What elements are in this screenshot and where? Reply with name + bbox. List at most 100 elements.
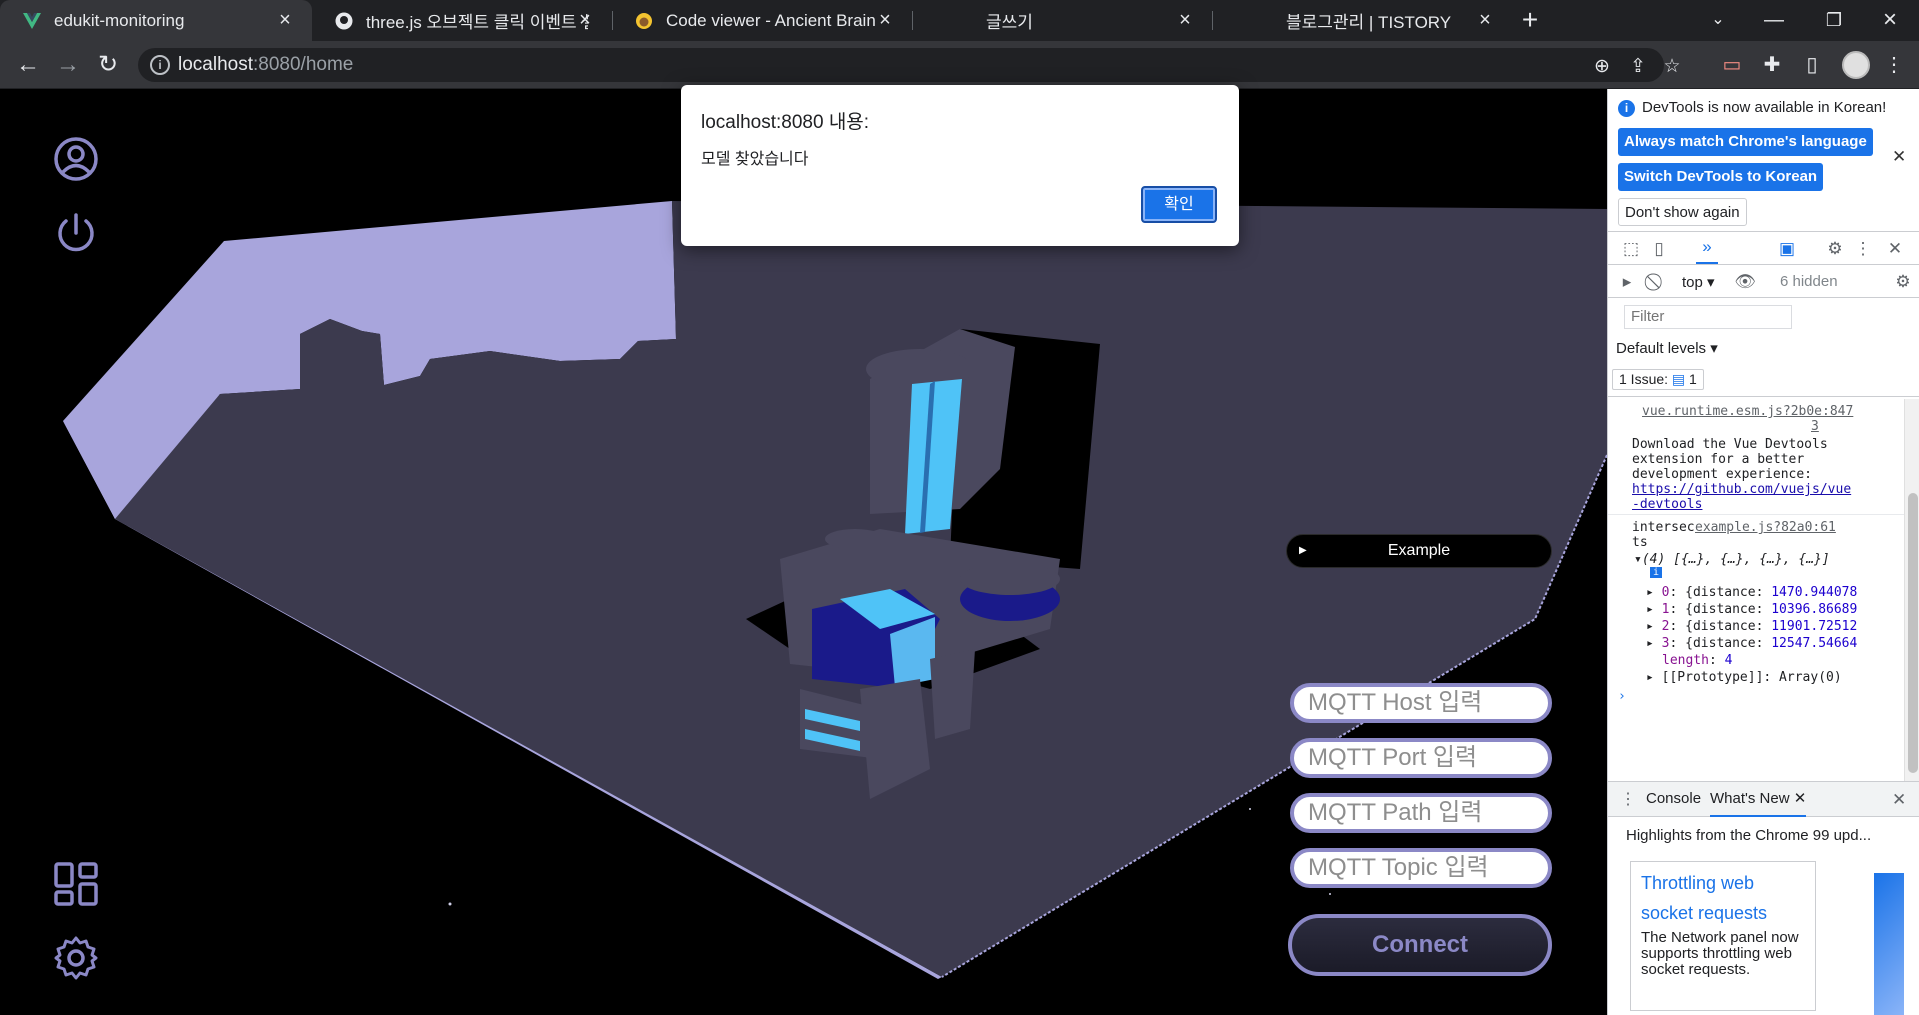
close-tab-icon[interactable]: × bbox=[874, 9, 896, 31]
close-tab-icon[interactable]: × bbox=[274, 9, 296, 31]
array-prototype[interactable]: ▸ [[Prototype]]: Array(0) bbox=[1646, 670, 1842, 685]
devtools-url-link[interactable]: https://github.com/vuejs/vue bbox=[1632, 482, 1851, 497]
devtools-url-link-cont[interactable]: -devtools bbox=[1632, 497, 1702, 512]
mqtt-topic-input[interactable] bbox=[1290, 848, 1552, 888]
reload-button[interactable]: ↻ bbox=[94, 51, 122, 79]
share-icon[interactable]: ⇪ bbox=[1626, 55, 1650, 79]
cast-icon[interactable]: ▭ bbox=[1718, 51, 1746, 79]
issues-button[interactable]: 1 Issue: ▤ 1 bbox=[1612, 369, 1704, 390]
tab-title: Code viewer - Ancient Brain bbox=[666, 10, 876, 30]
mqtt-port-input[interactable] bbox=[1290, 738, 1552, 778]
tab-search-icon[interactable]: ⌄ bbox=[1690, 0, 1746, 41]
dialog-ok-button[interactable]: 확인 bbox=[1141, 186, 1217, 223]
bookmark-star-icon[interactable]: ☆ bbox=[1660, 55, 1684, 79]
inspect-element-icon[interactable]: ⬚ bbox=[1620, 238, 1642, 260]
extensions-icon[interactable]: ✚ bbox=[1758, 51, 1786, 79]
tab-whats-new[interactable]: What's New ✕ bbox=[1710, 782, 1807, 817]
console-filter-input[interactable]: Filter bbox=[1624, 305, 1792, 329]
power-icon[interactable] bbox=[52, 209, 100, 257]
card-body: The Network panel now supports throttlin… bbox=[1641, 929, 1799, 978]
console-prompt-icon[interactable]: › bbox=[1618, 689, 1626, 704]
zoom-icon[interactable]: ⊕ bbox=[1590, 55, 1614, 79]
array-entry[interactable]: ▸ 0: {distance: 1470.944078 bbox=[1646, 585, 1857, 600]
address-bar[interactable]: i localhost:8080/home ⊕ ⇪ ☆ bbox=[138, 48, 1681, 82]
tab-tistory[interactable]: 블로그관리 | TISTORY × bbox=[1212, 0, 1512, 41]
tab-code-viewer[interactable]: Code viewer - Ancient Brain × bbox=[612, 0, 912, 41]
example-dropdown[interactable]: ▶ Example bbox=[1286, 534, 1552, 568]
console-label-cont: ts bbox=[1632, 535, 1648, 550]
always-match-language-button[interactable]: Always match Chrome's language bbox=[1618, 128, 1873, 156]
tab-edukit-monitoring[interactable]: edukit-monitoring × bbox=[0, 0, 312, 41]
console-scrollbar[interactable] bbox=[1904, 399, 1919, 783]
back-button[interactable]: ← bbox=[14, 51, 42, 79]
tab-console[interactable]: Console bbox=[1646, 782, 1701, 817]
whats-new-card[interactable]: Throttling web socket requests The Netwo… bbox=[1630, 861, 1816, 1011]
array-summary[interactable]: ▾(4) [{…}, {…}, {…}, {…}] bbox=[1634, 552, 1830, 567]
console-msg-line: development experience: bbox=[1632, 467, 1813, 482]
url-text: localhost:8080/home bbox=[178, 54, 354, 75]
card-title[interactable]: Throttling web socket requests bbox=[1641, 868, 1805, 928]
close-notice-icon[interactable]: ✕ bbox=[1892, 147, 1906, 167]
tab-write[interactable]: 글쓰기 × bbox=[912, 0, 1212, 41]
connect-button[interactable]: Connect bbox=[1288, 914, 1552, 976]
switch-to-korean-button[interactable]: Switch DevTools to Korean bbox=[1618, 163, 1824, 191]
info-icon: i bbox=[1618, 100, 1635, 117]
close-devtools-icon[interactable]: ✕ bbox=[1884, 238, 1906, 260]
close-tab-icon[interactable]: × bbox=[1474, 9, 1496, 31]
more-tabs-icon[interactable]: » bbox=[1696, 236, 1718, 264]
drawer-menu-icon[interactable]: ⋮ bbox=[1620, 789, 1636, 809]
side-panel-icon[interactable]: ▯ bbox=[1798, 51, 1826, 79]
close-tab-icon[interactable]: × bbox=[1174, 9, 1196, 31]
console-toolbar: ▸ ⃠ top ▾ 👁 6 hidden ⚙ bbox=[1608, 266, 1919, 298]
site-info-icon[interactable]: i bbox=[150, 55, 170, 75]
context-selector[interactable]: top ▾ bbox=[1682, 273, 1715, 291]
source-link-cont[interactable]: 3 bbox=[1811, 419, 1819, 434]
settings-gear-icon[interactable] bbox=[52, 934, 100, 982]
browser-toolbar: ← → ↻ i localhost:8080/home ⊕ ⇪ ☆ ▭ ✚ ▯ … bbox=[0, 41, 1919, 89]
array-entry[interactable]: ▸ 2: {distance: 11901.72512 bbox=[1646, 619, 1857, 634]
live-expression-eye-icon[interactable]: 👁 bbox=[1734, 271, 1756, 293]
close-drawer-icon[interactable]: ✕ bbox=[1892, 790, 1906, 810]
console-settings-icon[interactable]: ⚙ bbox=[1892, 271, 1914, 293]
notice-text: DevTools is now available in Korean! bbox=[1642, 99, 1887, 116]
vue-icon bbox=[22, 11, 42, 31]
source-link[interactable]: example.js?82a0:61 bbox=[1695, 520, 1836, 535]
restore-button[interactable]: ❐ bbox=[1806, 0, 1862, 41]
scroll-thumb[interactable] bbox=[1908, 493, 1918, 773]
close-tab-icon[interactable]: × bbox=[574, 9, 596, 31]
profile-avatar[interactable] bbox=[1842, 51, 1870, 79]
dashboard-icon[interactable] bbox=[52, 860, 100, 908]
array-length: length: 4 bbox=[1662, 653, 1733, 668]
more-menu-icon[interactable]: ⋮ bbox=[1880, 51, 1908, 79]
user-icon[interactable] bbox=[52, 135, 100, 183]
default-levels-dropdown[interactable]: Default levels ▾ bbox=[1616, 339, 1718, 357]
array-entry[interactable]: ▸ 3: {distance: 12547.54664 bbox=[1646, 636, 1857, 651]
clear-console-icon[interactable]: ⃠ bbox=[1646, 271, 1668, 293]
devtools-more-icon[interactable]: ⋮ bbox=[1852, 238, 1874, 260]
console-label: intersec bbox=[1632, 520, 1695, 535]
mqtt-host-input[interactable] bbox=[1290, 683, 1552, 723]
device-toolbar-icon[interactable]: ▯ bbox=[1648, 238, 1670, 260]
new-tab-button[interactable]: + bbox=[1516, 6, 1544, 35]
drawer-tabbar: ⋮ Console What's New ✕ ✕ bbox=[1608, 781, 1919, 817]
close-window-button[interactable]: × bbox=[1862, 0, 1918, 41]
devtools-settings-icon[interactable]: ⚙ bbox=[1824, 238, 1846, 260]
github-icon bbox=[334, 11, 354, 31]
tab-threejs[interactable]: three.js 오브젝트 클릭 이벤트 설 × bbox=[312, 0, 612, 41]
forward-button[interactable]: → bbox=[54, 51, 82, 79]
mqtt-path-input[interactable] bbox=[1290, 793, 1552, 833]
language-notice: i DevTools is now available in Korean! ✕… bbox=[1608, 89, 1919, 231]
devtools-tabbar: ⬚ ▯ » ▣ ⚙ ⋮ ✕ bbox=[1608, 231, 1919, 265]
levels-row: Default levels ▾ bbox=[1608, 335, 1919, 363]
array-entry[interactable]: ▸ 1: {distance: 10396.86689 bbox=[1646, 602, 1857, 617]
source-link[interactable]: vue.runtime.esm.js?2b0e:847 bbox=[1642, 404, 1853, 419]
messages-icon[interactable]: ▣ bbox=[1776, 238, 1798, 260]
minimize-button[interactable]: — bbox=[1746, 0, 1802, 41]
tab-strip: edukit-monitoring × three.js 오브젝트 클릭 이벤트… bbox=[0, 0, 1919, 41]
example-label: Example bbox=[1387, 542, 1451, 559]
tab-title: three.js 오브젝트 클릭 이벤트 설 bbox=[366, 13, 588, 32]
whats-new-heading: Highlights from the Chrome 99 upd... bbox=[1626, 827, 1872, 844]
dont-show-again-button[interactable]: Don't show again bbox=[1618, 198, 1747, 226]
sidebar-toggle-icon[interactable]: ▸ bbox=[1616, 271, 1638, 293]
blank-favicon bbox=[1234, 11, 1254, 31]
